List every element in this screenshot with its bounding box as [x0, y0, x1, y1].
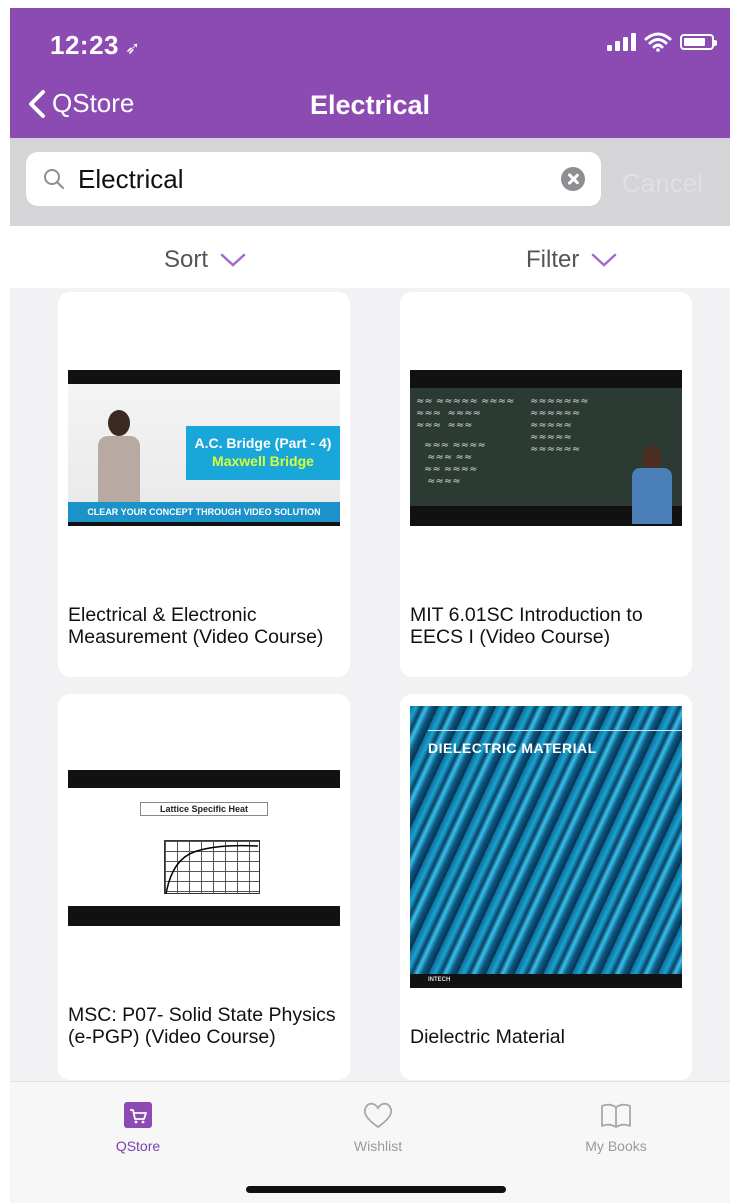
thumbnail-caption: A.C. Bridge (Part - 4) Maxwell Bridge [186, 426, 340, 480]
tab-bar: QStore Wishlist My Books [10, 1081, 730, 1203]
sort-button[interactable]: Sort [164, 246, 246, 274]
tab-wishlist-label: Wishlist [353, 1138, 403, 1154]
course-card[interactable]: Lattice Specific Heat MSC: P07- Solid St… [58, 694, 350, 1080]
tab-qstore-label: QStore [115, 1138, 161, 1154]
chevron-down-icon [220, 253, 246, 267]
presenter-image [92, 410, 142, 502]
course-thumbnail: A.C. Bridge (Part - 4) Maxwell Bridge CL… [68, 370, 340, 526]
search-bar: Cancel [10, 138, 730, 226]
course-card[interactable]: A.C. Bridge (Part - 4) Maxwell Bridge CL… [58, 292, 350, 677]
slide-title: Lattice Specific Heat [140, 802, 268, 816]
status-time: 12:23 ➶ [50, 30, 141, 61]
chevron-down-icon [592, 253, 617, 267]
store-icon [124, 1102, 152, 1128]
book-cover: DIELECTRIC MATERIAL INTECH [410, 706, 682, 988]
publisher-label: INTECH [428, 977, 451, 983]
nav-header: 12:23 ➶ QStore Electrical [10, 8, 730, 138]
filter-label: Filter [526, 246, 580, 273]
book-cover-title: DIELECTRIC MATERIAL [428, 740, 597, 756]
book-icon [601, 1103, 631, 1128]
sort-label: Sort [164, 246, 209, 273]
tab-my-books[interactable]: My Books [546, 1100, 686, 1154]
cellular-signal-icon [607, 33, 636, 51]
home-indicator[interactable] [246, 1186, 506, 1193]
course-title: Dielectric Material [410, 1026, 565, 1048]
course-thumbnail: ≈≈ ≈≈≈≈≈ ≈≈≈≈ ≈≈≈ ≈≈≈≈ ≈≈≈ ≈≈≈ ≈≈≈≈≈≈≈ ≈≈≈≈… [410, 370, 682, 526]
page-title: Electrical [309, 90, 431, 120]
clear-search-icon[interactable] [561, 167, 585, 191]
course-card[interactable]: ≈≈ ≈≈≈≈≈ ≈≈≈≈ ≈≈≈ ≈≈≈≈ ≈≈≈ ≈≈≈ ≈≈≈≈≈≈≈ ≈≈≈≈… [400, 292, 692, 677]
course-card[interactable]: DIELECTRIC MATERIAL INTECH Dielectric Ma… [400, 694, 692, 1080]
search-field[interactable] [26, 152, 601, 206]
sort-filter-bar: Sort Filter [10, 226, 730, 288]
heart-icon [363, 1102, 393, 1129]
course-title: MSC: P07- Solid State Physics (e-PGP) (V… [68, 1004, 336, 1048]
cancel-button[interactable]: Cancel [622, 168, 703, 199]
thumbnail-banner: CLEAR YOUR CONCEPT THROUGH VIDEO SOLUTIO… [68, 502, 340, 522]
lecture-slide: Lattice Specific Heat [68, 788, 340, 906]
results-grid: A.C. Bridge (Part - 4) Maxwell Bridge CL… [10, 288, 730, 1081]
tab-wishlist[interactable]: Wishlist [308, 1100, 448, 1154]
search-input[interactable] [78, 163, 538, 195]
course-title: MIT 6.01SC Introduction to EECS I (Video… [410, 604, 643, 648]
course-thumbnail: Lattice Specific Heat [68, 770, 340, 926]
tab-my-books-label: My Books [585, 1138, 647, 1154]
status-time-text: 12:23 [50, 30, 119, 60]
location-arrow-icon: ➶ [125, 38, 141, 58]
lecturer-image [628, 446, 674, 524]
app-screen: 12:23 ➶ QStore Electrical Electrical Can… [10, 8, 730, 1203]
chalkboard-image: ≈≈ ≈≈≈≈≈ ≈≈≈≈ ≈≈≈ ≈≈≈≈ ≈≈≈ ≈≈≈ ≈≈≈≈≈≈≈ ≈≈≈≈… [410, 388, 682, 524]
wifi-icon [644, 32, 672, 52]
search-icon [44, 169, 64, 189]
filter-button[interactable]: Filter [526, 246, 617, 274]
status-icons [607, 32, 717, 52]
battery-icon [680, 34, 717, 50]
course-title: Electrical & Electronic Measurement (Vid… [68, 604, 324, 648]
tab-qstore[interactable]: QStore [68, 1100, 208, 1154]
